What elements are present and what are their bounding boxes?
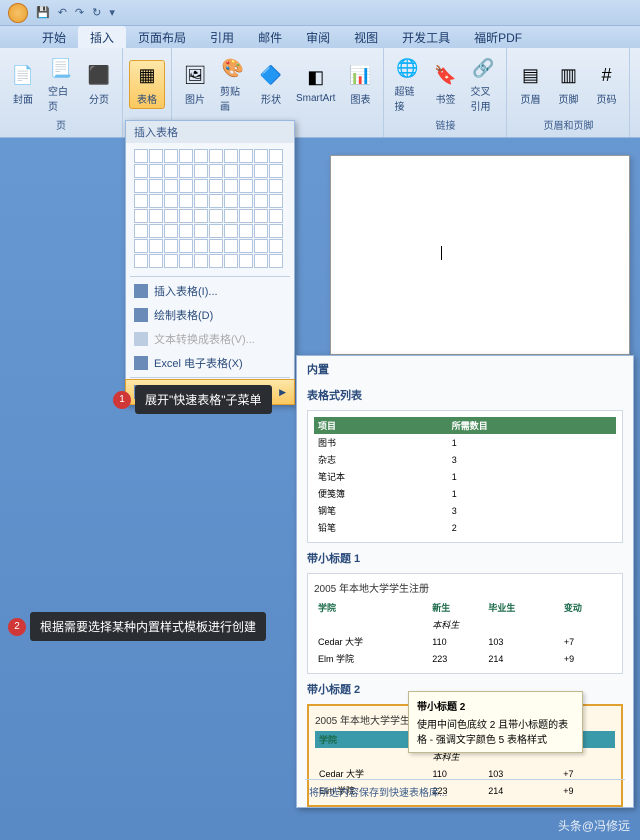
save-to-gallery-item[interactable]: 将所选内容保存到快速表格库...	[305, 779, 625, 803]
pagenum-icon: #	[593, 63, 619, 89]
ribbon-tabs: 开始 插入 页面布局 引用 邮件 审阅 视图 开发工具 福昕PDF	[0, 26, 640, 48]
preview-title: 表格式列表	[297, 382, 633, 408]
tab-review[interactable]: 审阅	[294, 26, 342, 48]
ribbon: 📄封面 📃空白页 ⬛分页 页 ▦表格 表格 🖼图片 🎨剪贴画 🔷形状 ◧Smar…	[0, 48, 640, 138]
annotation-2: 2 根据需要选择某种内置样式模板进行创建	[30, 612, 266, 641]
gallery-item-list[interactable]: 项目所需数目 图书1 杂志3 笔记本1 便笺簿1 钢笔3 铅笔2	[307, 410, 623, 543]
excel-icon	[134, 356, 148, 370]
preview-table: 项目所需数目 图书1 杂志3 笔记本1 便笺簿1 钢笔3 铅笔2	[314, 417, 616, 536]
bookmark-icon: 🔖	[432, 63, 458, 89]
group-text: A文本框 🅰文 文	[630, 48, 640, 137]
blank-page-button[interactable]: 📃空白页	[44, 53, 78, 115]
tab-foxit[interactable]: 福昕PDF	[462, 26, 534, 48]
gallery-section-builtin: 内置	[297, 356, 633, 382]
cover-page-button[interactable]: 📄封面	[6, 61, 40, 108]
quick-access-toolbar: 💾 ↶ ↷ ↻ ▾	[0, 0, 640, 26]
document-page[interactable]	[330, 155, 630, 355]
more-icon[interactable]: ▾	[109, 6, 115, 19]
shapes-button[interactable]: 🔷形状	[254, 61, 288, 108]
chart-icon: 📊	[347, 63, 373, 89]
tab-developer[interactable]: 开发工具	[390, 26, 462, 48]
group-label: 页	[6, 116, 116, 133]
office-button[interactable]	[8, 3, 28, 23]
undo-icon[interactable]: ↶	[58, 6, 67, 19]
tab-view[interactable]: 视图	[342, 26, 390, 48]
textbox-button[interactable]: A文本框	[636, 56, 640, 112]
pencil-icon	[134, 308, 148, 322]
shapes-icon: 🔷	[258, 63, 284, 89]
cover-icon: 📄	[10, 63, 36, 89]
table-size-grid[interactable]	[126, 143, 294, 274]
picture-button[interactable]: 🖼图片	[178, 61, 212, 108]
chart-button[interactable]: 📊图表	[343, 61, 377, 108]
hyperlink-icon: 🌐	[394, 55, 420, 81]
tab-mailings[interactable]: 邮件	[246, 26, 294, 48]
convert-icon	[134, 332, 148, 346]
gallery-item-subtitle1[interactable]: 2005 年本地大学学生注册 学院新生毕业生变动 本科生 Cedar 大学110…	[307, 573, 623, 674]
chevron-right-icon: ▶	[279, 387, 286, 398]
preview-title: 带小标题 1	[297, 545, 633, 571]
tab-references[interactable]: 引用	[198, 26, 246, 48]
header-button[interactable]: ▤页眉	[513, 61, 547, 108]
draw-table-item[interactable]: 绘制表格(D)	[126, 303, 294, 327]
picture-icon: 🖼	[182, 63, 208, 89]
blank-icon: 📃	[48, 55, 74, 81]
preview-table: 学院新生毕业生变动 本科生 Cedar 大学110103+7 Elm 学院223…	[314, 599, 616, 667]
print-icon[interactable]: ↻	[92, 6, 101, 19]
group-label: 链接	[390, 116, 500, 133]
annotation-1: 1 展开"快速表格"子菜单	[135, 385, 272, 414]
footer-button[interactable]: ▥页脚	[551, 61, 585, 108]
tooltip-title: 带小标题 2	[417, 698, 574, 713]
hyperlink-button[interactable]: 🌐超链接	[390, 53, 424, 115]
insert-table-item[interactable]: 插入表格(I)...	[126, 279, 294, 303]
break-icon: ⬛	[86, 63, 112, 89]
group-links: 🌐超链接 🔖书签 🔗交叉引用 链接	[384, 48, 507, 137]
annotation-badge: 2	[8, 618, 26, 636]
tooltip-body: 使用中间色底纹 2 且带小标题的表格 - 强调文字颜色 5 表格样式	[417, 716, 574, 746]
clipart-icon: 🎨	[220, 55, 246, 81]
smartart-icon: ◧	[303, 65, 329, 91]
tooltip: 带小标题 2 使用中间色底纹 2 且带小标题的表格 - 强调文字颜色 5 表格样…	[408, 691, 583, 753]
table-dropdown: 插入表格 插入表格(I)... 绘制表格(D) 文本转换成表格(V)... Ex…	[125, 120, 295, 405]
separator	[130, 276, 290, 277]
smartart-button[interactable]: ◧SmartArt	[292, 63, 339, 106]
group-headerfooter: ▤页眉 ▥页脚 #页码 页眉和页脚	[507, 48, 630, 137]
crossref-icon: 🔗	[470, 55, 496, 81]
dropdown-title: 插入表格	[126, 121, 294, 143]
watermark: 头条@冯修远	[558, 817, 630, 834]
text-cursor	[441, 246, 442, 260]
redo-icon[interactable]: ↷	[75, 6, 84, 19]
save-icon[interactable]: 💾	[36, 6, 50, 19]
preview-caption: 2005 年本地大学学生注册	[314, 580, 616, 595]
header-icon: ▤	[517, 63, 543, 89]
group-label: 文	[636, 116, 640, 133]
page-break-button[interactable]: ⬛分页	[82, 61, 116, 108]
crossref-button[interactable]: 🔗交叉引用	[466, 53, 500, 115]
grid-icon	[134, 284, 148, 298]
convert-text-item[interactable]: 文本转换成表格(V)...	[126, 327, 294, 351]
pagenum-button[interactable]: #页码	[589, 61, 623, 108]
group-pages: 📄封面 📃空白页 ⬛分页 页	[0, 48, 123, 137]
group-label: 页眉和页脚	[513, 116, 623, 133]
table-button[interactable]: ▦表格	[129, 60, 165, 109]
footer-icon: ▥	[555, 63, 581, 89]
bookmark-button[interactable]: 🔖书签	[428, 61, 462, 108]
excel-table-item[interactable]: Excel 电子表格(X)	[126, 351, 294, 375]
table-icon: ▦	[134, 63, 160, 89]
annotation-badge: 1	[113, 391, 131, 409]
tab-layout[interactable]: 页面布局	[126, 26, 198, 48]
separator	[130, 377, 290, 378]
tab-home[interactable]: 开始	[30, 26, 78, 48]
clipart-button[interactable]: 🎨剪贴画	[216, 53, 250, 115]
tab-insert[interactable]: 插入	[78, 26, 126, 48]
